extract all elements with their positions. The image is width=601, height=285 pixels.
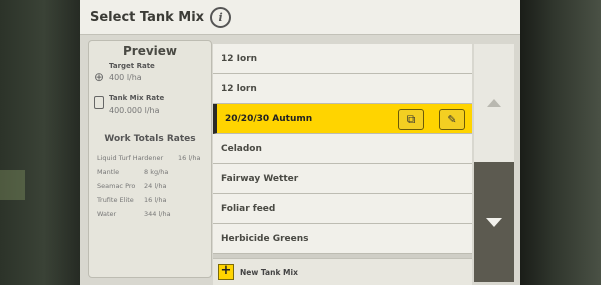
crosshair-icon: ⊕: [94, 70, 105, 84]
list-item-label: Celadon: [221, 143, 262, 154]
rate-name: Mantle: [97, 168, 120, 176]
list-item-label: 12 lorn: [221, 83, 257, 94]
new-tank-mix-label: New Tank Mix: [240, 267, 298, 277]
tank-mix-rate-value: 400.000 l/ha: [109, 106, 160, 115]
scroll-down-button[interactable]: [474, 162, 514, 282]
tank-icon: [94, 96, 104, 109]
list-item[interactable]: 12 lorn: [213, 74, 472, 104]
plus-icon: +: [218, 264, 234, 280]
scroll-up-icon: [487, 99, 501, 107]
tank-mix-list: 12 Iorn 12 lorn 20/20/30 Autumn ⧉ ✎ Cela…: [213, 44, 472, 280]
rate-value: 344 l/ha: [144, 210, 171, 218]
preview-title: Preview: [122, 44, 177, 58]
tank-mix-rate-label: Tank Mix Rate: [109, 94, 165, 102]
screen-glare: [0, 170, 25, 200]
display-bezel-right: [520, 0, 601, 285]
scroll-up-button[interactable]: [474, 44, 514, 162]
list-item-label: 20/20/30 Autumn: [225, 113, 313, 124]
list-item-label: 12 Iorn: [221, 53, 258, 64]
rate-name: Liquid Turf Hardener: [97, 154, 164, 162]
page-title: Select Tank Mix: [90, 9, 205, 25]
display-screen: Select Tank Mix i Preview ⊕ Target Rate …: [80, 0, 520, 285]
new-tank-mix-button[interactable]: + New Tank Mix: [218, 263, 304, 281]
list-item[interactable]: 12 Iorn: [213, 44, 472, 74]
rate-name: Water: [97, 210, 117, 218]
rate-value: 8 kg/ha: [144, 168, 169, 176]
list-item-selected[interactable]: 20/20/30 Autumn ⧉ ✎: [213, 104, 472, 134]
rate-name: Trufite Elite: [97, 196, 134, 204]
display-bezel-left: [0, 0, 80, 285]
work-totals-title: Work Totals Rates: [104, 134, 196, 144]
target-rate-label: Target Rate: [109, 62, 155, 70]
list-scrollbar[interactable]: [474, 44, 514, 282]
info-icon[interactable]: i: [210, 6, 232, 28]
copy-icon[interactable]: ⧉: [398, 109, 424, 130]
list-footer: + New Tank Mix: [213, 258, 472, 285]
list-item-label: Foliar feed: [221, 203, 276, 214]
scroll-down-icon: [486, 217, 502, 227]
title-bar: Select Tank Mix i: [80, 0, 520, 35]
list-item[interactable]: Celadon: [213, 134, 472, 164]
target-rate-value: 400 l/ha: [109, 73, 142, 82]
rate-value: 16 l/ha: [178, 154, 201, 162]
list-item[interactable]: Foliar feed: [213, 194, 472, 224]
preview-panel: Preview ⊕ Target Rate 400 l/ha Tank Mix …: [88, 40, 212, 278]
list-item-label: Herbicide Greens: [221, 233, 309, 244]
list-item[interactable]: Herbicide Greens: [213, 224, 472, 254]
list-item[interactable]: Fairway Wetter: [213, 164, 472, 194]
pencil-icon[interactable]: ✎: [439, 109, 465, 130]
rate-value: 24 l/ha: [144, 182, 167, 190]
rate-value: 16 l/ha: [144, 196, 167, 204]
rate-name: Seamac Pro: [97, 182, 136, 190]
list-item-label: Fairway Wetter: [221, 173, 299, 184]
